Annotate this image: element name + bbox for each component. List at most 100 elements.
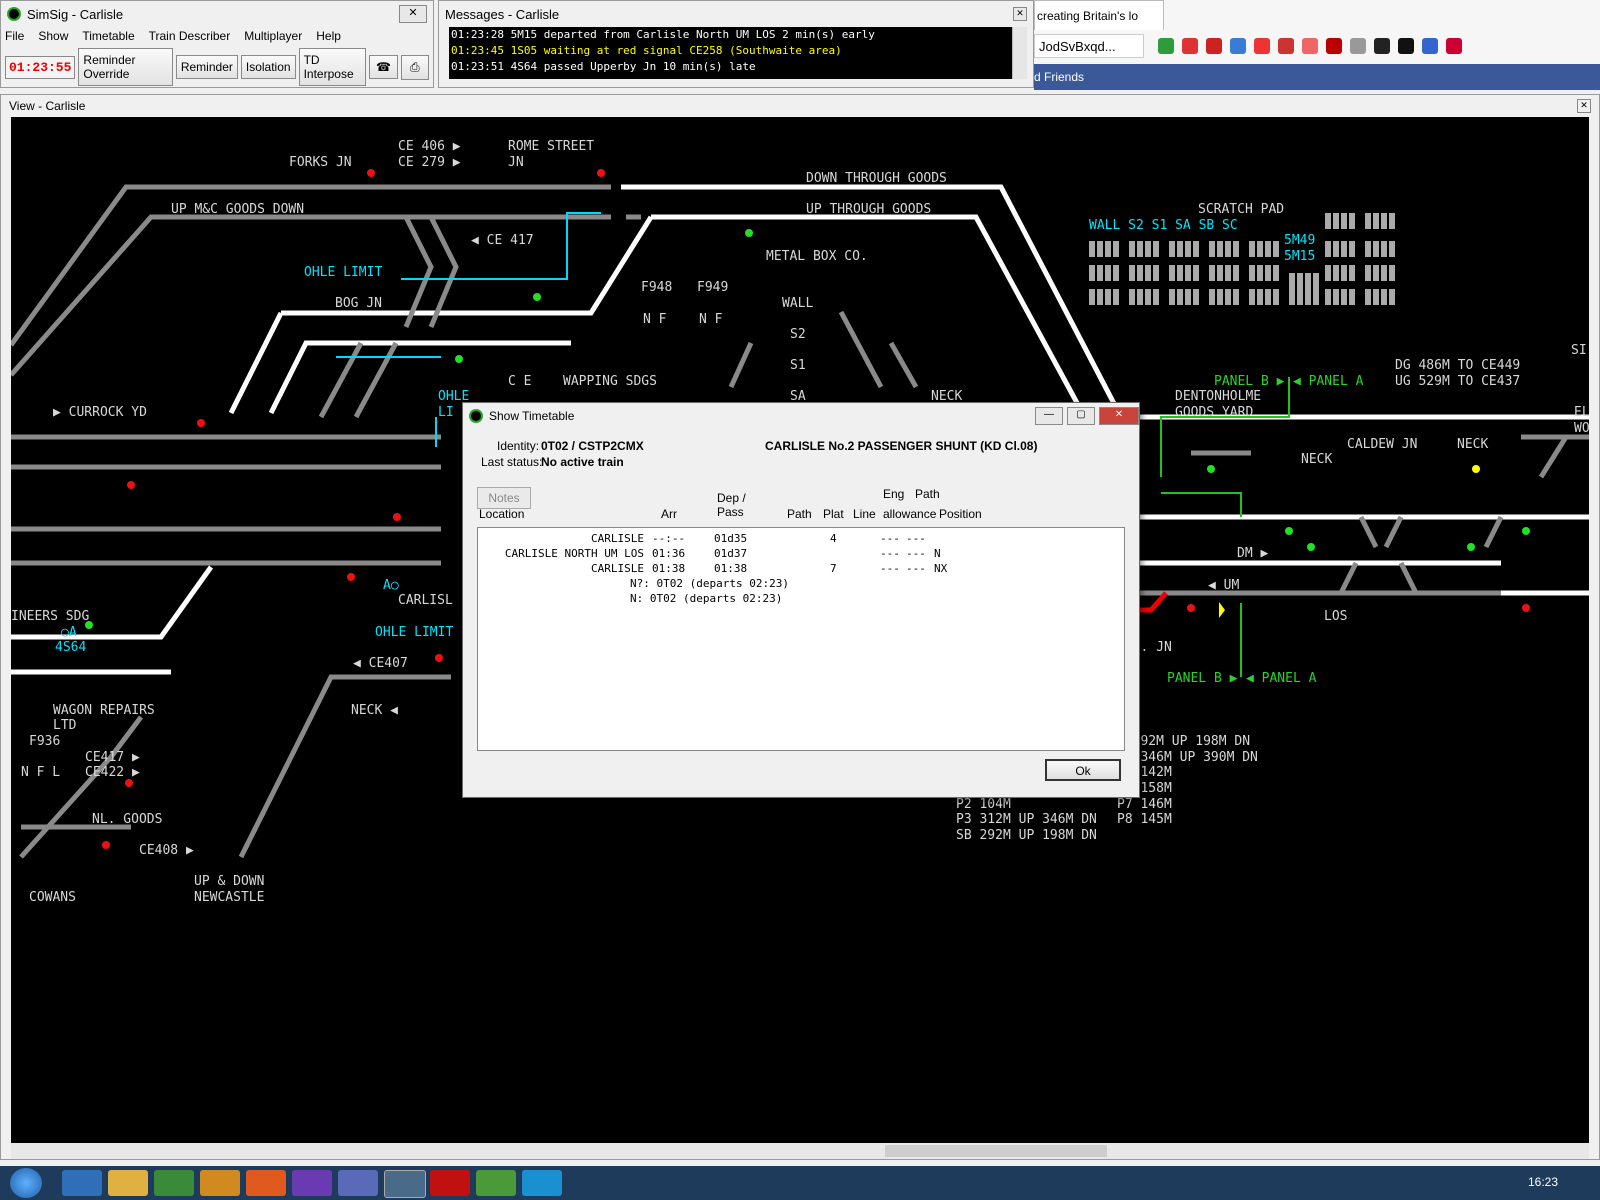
taskbar-chrome-icon[interactable]	[154, 1170, 194, 1196]
extension-icon[interactable]	[1374, 38, 1390, 54]
extension-icon[interactable]	[1302, 38, 1318, 54]
taskbar-simsig-icon[interactable]	[384, 1170, 426, 1198]
timetable-row[interactable]: CARLISLE NORTH UM LOS 01:36 01d37 --- --- N	[478, 547, 1124, 562]
taskbar-twitch-icon[interactable]	[292, 1170, 332, 1196]
scratch-pad-cell[interactable]	[1129, 289, 1161, 305]
reminder-button[interactable]: Reminder	[175, 55, 238, 79]
taskbar-opera-icon[interactable]	[430, 1170, 470, 1196]
messages-close-button[interactable]: ✕	[1013, 7, 1027, 21]
panel-label: INEERS SDG	[11, 609, 90, 624]
menu-train-describer[interactable]: Train Describer	[149, 29, 231, 43]
taskbar-media-icon[interactable]	[200, 1170, 240, 1196]
message-line[interactable]: 01:23:28 5M15 departed from Carlisle Nor…	[451, 27, 1015, 43]
scratch-pad-cell[interactable]	[1325, 213, 1357, 229]
taskbar: 16:23	[0, 1166, 1600, 1200]
timetable-list[interactable]: CARLISLE --:-- 01d35 4 --- --- CARLISLE NORTH …	[477, 527, 1125, 751]
extension-icon[interactable]	[1182, 38, 1198, 54]
view-horizontal-scrollbar[interactable]	[11, 1143, 1589, 1159]
message-line[interactable]: 01:23:45 1S05 waiting at red signal CE25…	[451, 43, 1015, 59]
menu-multiplayer[interactable]: Multiplayer	[244, 29, 302, 43]
menu-file[interactable]: File	[5, 29, 24, 43]
scratch-pad-cell[interactable]	[1089, 265, 1121, 281]
td-interpose-button[interactable]: TD Interpose	[298, 48, 367, 86]
menu-help[interactable]: Help	[316, 29, 341, 43]
scratch-pad-cell[interactable]	[1209, 289, 1241, 305]
maximize-button[interactable]: ▢	[1067, 407, 1095, 425]
panel-label: ◀ PANEL A	[1293, 374, 1364, 389]
extension-icon[interactable]	[1398, 38, 1414, 54]
panel-label: SI	[1571, 343, 1587, 358]
scratch-pad-cell[interactable]	[1325, 289, 1357, 305]
extension-icon[interactable]	[1230, 38, 1246, 54]
taskbar-skype-icon[interactable]	[522, 1170, 562, 1196]
scratch-pad-cell[interactable]	[1249, 289, 1281, 305]
message-list[interactable]: 01:23:28 5M15 departed from Carlisle Nor…	[449, 27, 1015, 79]
menu-timetable[interactable]: Timetable	[82, 29, 134, 43]
extension-icon[interactable]	[1206, 38, 1222, 54]
scratch-pad-cell[interactable]	[1325, 241, 1357, 257]
scratch-pad-cell[interactable]	[1365, 265, 1397, 281]
browser-address-bar[interactable]: JodSvBxqd...	[1034, 34, 1144, 58]
scratch-pad-cell[interactable]	[1089, 241, 1121, 257]
timetable-row[interactable]: CARLISLE --:-- 01d35 4 --- ---	[478, 532, 1124, 547]
extension-icon[interactable]	[1158, 38, 1174, 54]
extension-icon[interactable]	[1422, 38, 1438, 54]
scratch-pad-cell[interactable]	[1289, 273, 1321, 289]
taskbar-firefox-icon[interactable]	[246, 1170, 286, 1196]
extension-icon[interactable]	[1350, 38, 1366, 54]
scratch-pad-cell[interactable]	[1129, 265, 1161, 281]
scratch-pad-cell[interactable]	[1365, 241, 1397, 257]
scrollbar-thumb[interactable]	[885, 1145, 1107, 1157]
menu-show[interactable]: Show	[38, 29, 68, 43]
scratch-pad-cell[interactable]	[1365, 289, 1397, 305]
scratch-pad-cell[interactable]	[1209, 241, 1241, 257]
extension-icon[interactable]	[1278, 38, 1294, 54]
timetable-cell-dep: 01:38	[714, 562, 748, 575]
taskbar-utorrent-icon[interactable]	[476, 1170, 516, 1196]
dialog-titlebar[interactable]: Show Timetable — ▢ ✕	[463, 403, 1139, 429]
scratch-pad-cell[interactable]	[1365, 213, 1397, 229]
browser-page-text[interactable]: d Friends	[1034, 64, 1084, 90]
start-button[interactable]	[10, 1168, 42, 1198]
scratch-pad-cell[interactable]	[1209, 265, 1241, 281]
scratch-pad-cell[interactable]	[1169, 265, 1201, 281]
scratch-pad-cell[interactable]	[1325, 265, 1357, 281]
scratch-pad-cell[interactable]	[1169, 241, 1201, 257]
taskbar-clock[interactable]: 16:23	[1528, 1175, 1558, 1189]
taskbar-explorer-icon[interactable]	[108, 1170, 148, 1196]
panel-label: S1	[790, 358, 806, 373]
taskbar-ie-icon[interactable]	[62, 1170, 102, 1196]
messages-titlebar[interactable]: Messages - Carlisle ✕	[439, 1, 1033, 27]
close-button[interactable]: ✕	[1099, 407, 1139, 425]
extension-icon[interactable]	[1326, 38, 1342, 54]
sim-clock[interactable]: 01:23:55	[5, 55, 76, 79]
panel-label: CALDEW JN	[1347, 437, 1418, 452]
reminder-override-button[interactable]: Reminder Override	[78, 48, 173, 86]
scratch-pad-cell[interactable]	[1169, 289, 1201, 305]
ok-button[interactable]: Ok	[1045, 759, 1121, 781]
simsig-close-button[interactable]: ✕	[399, 5, 427, 23]
scratch-pad-cell[interactable]	[1129, 241, 1161, 257]
extension-icon[interactable]	[1254, 38, 1270, 54]
phone-icon[interactable]: ☎	[369, 55, 398, 79]
browser-tab[interactable]: creating Britain's lo	[1034, 0, 1164, 30]
scratch-pad-cell[interactable]	[1089, 289, 1121, 305]
panel-label: CARLISL	[398, 593, 453, 608]
isolation-button[interactable]: Isolation	[240, 55, 296, 79]
scratch-pad-cell[interactable]	[1249, 241, 1281, 257]
scratch-pad-cell[interactable]	[1249, 265, 1281, 281]
minimize-button[interactable]: —	[1035, 407, 1063, 425]
message-line[interactable]: 01:23:51 4S64 passed Upperby Jn 10 min(s…	[451, 59, 1015, 75]
view-close-button[interactable]: ✕	[1577, 99, 1591, 113]
simsig-titlebar[interactable]: SimSig - Carlisle ✕	[1, 1, 433, 27]
notes-button[interactable]: Notes	[477, 487, 531, 509]
taskbar-discord-icon[interactable]	[338, 1170, 378, 1196]
timetable-row[interactable]: CARLISLE 01:38 01:38 7 --- --- NX	[478, 562, 1124, 577]
scratch-pad-cell[interactable]	[1289, 289, 1321, 305]
messages-scrollbar[interactable]	[1012, 27, 1027, 79]
simsig-title: SimSig - Carlisle	[27, 6, 124, 22]
print-icon[interactable]: ⎙	[400, 54, 430, 80]
extension-icon[interactable]	[1446, 38, 1462, 54]
panel-label: P7 146M	[1117, 797, 1172, 812]
panel-label: CE408 ▶	[139, 843, 194, 858]
